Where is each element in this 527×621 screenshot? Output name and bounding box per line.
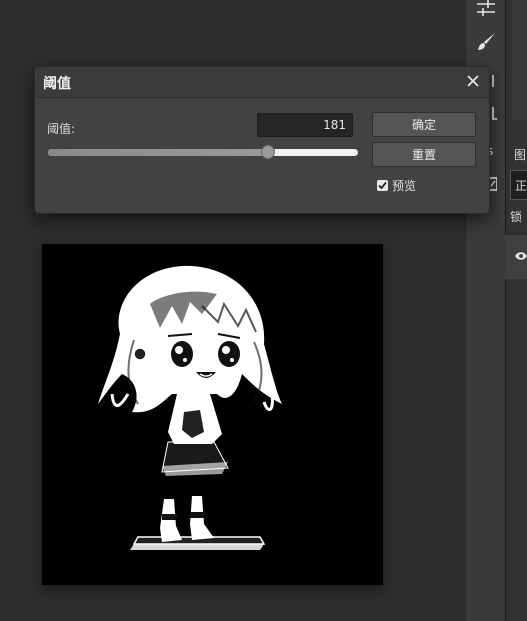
checkmark-icon <box>378 181 387 190</box>
blend-mode-value: 正 <box>515 179 527 193</box>
dialog-header[interactable]: 阈值 <box>35 67 489 98</box>
threshold-dialog: 阈值 阈值: 确定 重置 预览 <box>34 66 490 214</box>
brush-icon <box>478 33 495 50</box>
threshold-slider-track[interactable] <box>48 149 358 156</box>
eye-icon[interactable] <box>514 251 527 261</box>
lock-label: 锁 <box>510 210 523 224</box>
threshold-slider-fill <box>48 149 269 156</box>
side-panel-top <box>512 0 527 120</box>
reset-button[interactable]: 重置 <box>372 142 476 167</box>
threshold-label: 阈值: <box>47 122 76 136</box>
preview-checkbox[interactable] <box>377 180 388 191</box>
threshold-preview-image <box>98 265 282 550</box>
blend-mode-select[interactable]: 正 <box>510 170 527 200</box>
canvas-image[interactable] <box>42 244 383 585</box>
threshold-slider-thumb[interactable] <box>261 145 276 159</box>
threshold-value-input[interactable] <box>257 113 353 137</box>
dialog-title: 阈值 <box>43 76 71 92</box>
preview-toggle[interactable]: 预览 <box>377 177 416 194</box>
close-icon[interactable] <box>465 73 481 89</box>
sliders-icon <box>477 0 495 16</box>
preview-label: 预览 <box>392 179 417 193</box>
layer-row[interactable] <box>505 234 527 279</box>
ok-button[interactable]: 确定 <box>372 112 476 137</box>
layers-tab-label[interactable]: 图 <box>514 146 526 163</box>
adjustments-tool[interactable] <box>466 0 506 26</box>
brush-tool[interactable] <box>466 24 506 60</box>
